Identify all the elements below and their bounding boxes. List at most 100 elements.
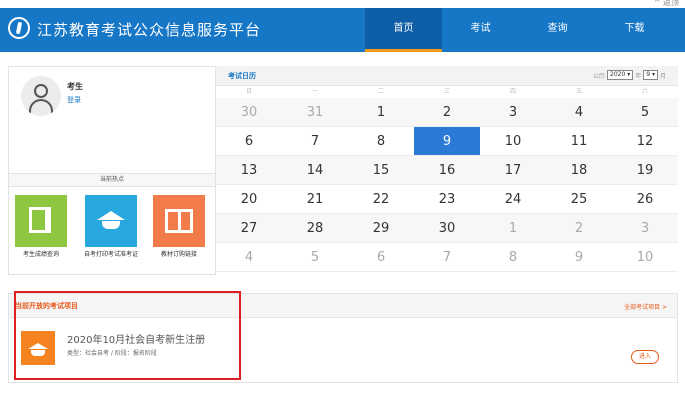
calendar-week-row: 30 31 1 2 3 4 5 — [216, 98, 678, 127]
weekday-label: 六 — [641, 88, 648, 95]
calendar-day[interactable]: 5 — [612, 98, 678, 126]
calendar-day[interactable]: 29 — [348, 214, 414, 242]
calendar-day[interactable]: 28 — [282, 214, 348, 242]
calendar-day[interactable]: 6 — [348, 243, 414, 271]
hot-topics-title: 当前热点 — [9, 173, 215, 187]
calendar-rows: 30 31 1 2 3 4 5 6 7 8 9 10 11 12 13 14 15 16 17 18 19 20 21 22 2… — [216, 98, 678, 272]
graduation-cap-icon[interactable] — [85, 195, 137, 247]
calendar-day[interactable]: 15 — [348, 156, 414, 184]
calendar-day[interactable]: 5 — [282, 243, 348, 271]
login-link[interactable]: 登录 — [67, 95, 81, 105]
calendar-day[interactable]: 3 — [480, 98, 546, 126]
month-value: 9 — [646, 71, 651, 78]
year-suffix: 年 — [635, 72, 642, 80]
calendar-day[interactable]: 23 — [414, 185, 480, 213]
calendar-day[interactable]: 10 — [480, 127, 546, 155]
calendar-day[interactable]: 1 — [480, 214, 546, 242]
calendar-day[interactable]: 27 — [216, 214, 282, 242]
nav-exam[interactable]: 考试 — [442, 8, 519, 52]
calendar-title: 考试日历 — [228, 72, 256, 80]
calendar-week-row: 20 21 22 23 24 25 26 — [216, 185, 678, 214]
calendar-week-row: 6 7 8 9 10 11 12 — [216, 127, 678, 156]
hot-item-admission-ticket[interactable]: 自考打印考试准考证 — [82, 195, 140, 259]
calendar-day[interactable]: 3 — [612, 214, 678, 242]
all-projects-link[interactable]: 全部考试项目 > — [624, 302, 667, 311]
calendar-day[interactable]: 9 — [546, 243, 612, 271]
site-logo-icon[interactable] — [8, 17, 30, 39]
calendar-day[interactable]: 2 — [546, 214, 612, 242]
weekday-row: 日 一 二 三 四 五 六 — [216, 86, 678, 98]
weekday-label: 二 — [377, 88, 384, 95]
enter-button[interactable]: 进入 — [631, 350, 659, 364]
back-to-top-link[interactable]: ^ 返顶 — [654, 0, 679, 8]
site-header: 江苏教育考试公众信息服务平台 首页 考试 查询 下载 — [0, 8, 685, 52]
projects-header: 当前开放的考试项目 全部考试项目 > — [9, 294, 677, 318]
calendar-day[interactable]: 9 — [414, 127, 480, 155]
calendar-day[interactable]: 1 — [348, 98, 414, 126]
top-strip: ^ 返顶 — [0, 0, 685, 8]
calendar-day[interactable]: 14 — [282, 156, 348, 184]
calendar-day[interactable]: 24 — [480, 185, 546, 213]
calendar-day[interactable]: 18 — [546, 156, 612, 184]
hot-item-label[interactable]: 自考打印考试准考证 — [82, 251, 140, 259]
calendar-header: 考试日历 公历 2020 ▾ 年 9 ▾ 月 — [216, 66, 678, 86]
main-nav: 首页 考试 查询 下载 — [365, 8, 673, 52]
project-meta: 类型：社会自考 / 阶段：报名阶段 — [67, 350, 157, 357]
book-icon[interactable] — [15, 195, 67, 247]
avatar-body-icon — [29, 99, 53, 116]
year-value: 2020 — [610, 71, 626, 78]
hot-item-label[interactable]: 教材订购链接 — [150, 251, 208, 259]
calendar-day[interactable]: 10 — [612, 243, 678, 271]
nav-download[interactable]: 下载 — [596, 8, 673, 52]
hot-item-score-query[interactable]: 考生成绩查询 — [12, 195, 70, 259]
calendar-day[interactable]: 7 — [282, 127, 348, 155]
calendar-day[interactable]: 22 — [348, 185, 414, 213]
hot-item-textbook-order[interactable]: 教材订购链接 — [150, 195, 208, 259]
month-select[interactable]: 9 ▾ — [643, 70, 658, 80]
weekday-label: 三 — [443, 88, 450, 95]
calendar-day[interactable]: 26 — [612, 185, 678, 213]
site-title[interactable]: 江苏教育考试公众信息服务平台 — [37, 19, 261, 40]
calendar-day[interactable]: 4 — [546, 98, 612, 126]
calendar-day[interactable]: 19 — [612, 156, 678, 184]
calendar-day[interactable]: 11 — [546, 127, 612, 155]
calendar-day[interactable]: 6 — [216, 127, 282, 155]
calendar-day[interactable]: 31 — [282, 98, 348, 126]
calendar-grid: 日 一 二 三 四 五 六 30 31 1 2 3 4 5 6 7 8 9 10 11 12 13 14 15 1… — [216, 86, 678, 272]
avatar — [21, 76, 61, 116]
weekday-label: 四 — [509, 88, 516, 95]
project-name[interactable]: 2020年10月社会自考新生注册 — [67, 331, 205, 346]
calendar-day[interactable]: 8 — [348, 127, 414, 155]
calendar-week-row: 27 28 29 30 1 2 3 — [216, 214, 678, 243]
month-suffix: 月 — [659, 72, 666, 80]
weekday-label: 日 — [245, 88, 252, 95]
calendar-day[interactable]: 25 — [546, 185, 612, 213]
calendar-day[interactable]: 7 — [414, 243, 480, 271]
user-panel: 考生 登录 当前热点 考生成绩查询 自考打印考试准考证 教材订购链接 — [8, 66, 216, 275]
calendar-day[interactable]: 2 — [414, 98, 480, 126]
nav-query[interactable]: 查询 — [519, 8, 596, 52]
hot-item-label[interactable]: 考生成绩查询 — [12, 251, 70, 259]
calendar-day[interactable]: 30 — [216, 98, 282, 126]
graduation-cap-icon[interactable] — [21, 331, 55, 365]
exam-calendar: 考试日历 公历 2020 ▾ 年 9 ▾ 月 日 一 二 三 四 五 六 30 3… — [216, 66, 678, 285]
calendar-day[interactable]: 20 — [216, 185, 282, 213]
calendar-type-label: 公历 — [593, 72, 606, 80]
calendar-day[interactable]: 4 — [216, 243, 282, 271]
nav-home[interactable]: 首页 — [365, 8, 442, 52]
calendar-day[interactable]: 8 — [480, 243, 546, 271]
calendar-controls: 公历 2020 ▾ 年 9 ▾ 月 — [593, 70, 666, 80]
open-book-icon[interactable] — [153, 195, 205, 247]
calendar-day[interactable]: 16 — [414, 156, 480, 184]
user-name: 考生 — [67, 82, 83, 91]
year-select[interactable]: 2020 ▾ — [607, 70, 634, 80]
calendar-day[interactable]: 30 — [414, 214, 480, 242]
calendar-week-row: 4 5 6 7 8 9 10 — [216, 243, 678, 272]
calendar-day[interactable]: 12 — [612, 127, 678, 155]
calendar-day[interactable]: 21 — [282, 185, 348, 213]
calendar-day[interactable]: 17 — [480, 156, 546, 184]
avatar-head-icon — [34, 84, 48, 98]
calendar-week-row: 13 14 15 16 17 18 19 — [216, 156, 678, 185]
calendar-day[interactable]: 13 — [216, 156, 282, 184]
weekday-label: 一 — [311, 88, 318, 95]
